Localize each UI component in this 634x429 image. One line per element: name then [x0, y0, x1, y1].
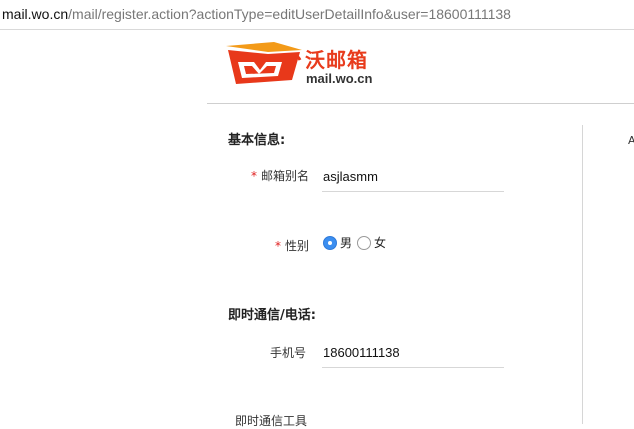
- column-divider: [582, 125, 583, 424]
- gender-female-radio[interactable]: [357, 236, 371, 250]
- gender-male-label[interactable]: 男: [340, 236, 352, 251]
- url-host: mail.wo.cn: [2, 6, 69, 22]
- gender-female-label[interactable]: 女: [374, 236, 386, 251]
- gender-label: 性别: [285, 239, 310, 253]
- url-path: /mail/register.action?actionType=editUse…: [68, 6, 511, 22]
- section-title-im-phone: 即时通信/电话:: [228, 308, 316, 323]
- alias-label: 邮箱别名: [261, 169, 310, 183]
- gender-male-radio[interactable]: [323, 236, 337, 250]
- logo-domain: mail.wo.cn: [306, 71, 373, 86]
- header-divider: [207, 103, 634, 104]
- envelope-logo-icon: [226, 42, 302, 84]
- im-tool-label: 即时通信工具: [235, 414, 308, 428]
- gender-label-row: * 性别: [275, 237, 309, 254]
- section-title-basic: 基本信息:: [228, 133, 286, 148]
- logo-name: 沃邮箱: [305, 48, 368, 72]
- alias-value: asjlasmm: [323, 169, 378, 184]
- required-mark: *: [251, 169, 257, 183]
- url-text[interactable]: mail.wo.cn/mail/register.action?actionTy…: [2, 6, 511, 22]
- browser-url-bar[interactable]: mail.wo.cn/mail/register.action?actionTy…: [0, 0, 634, 30]
- alias-label-row: * 邮箱别名: [251, 167, 309, 184]
- required-mark: *: [275, 239, 281, 253]
- phone-label: 手机号: [270, 346, 307, 360]
- mail-wo-logo[interactable]: 沃邮箱 mail.wo.cn: [224, 40, 384, 94]
- phone-field[interactable]: 18600111138: [322, 343, 504, 368]
- phone-value: 18600111138: [323, 345, 400, 360]
- alias-field[interactable]: asjlasmm: [322, 167, 504, 192]
- right-panel-mark: A: [628, 134, 634, 147]
